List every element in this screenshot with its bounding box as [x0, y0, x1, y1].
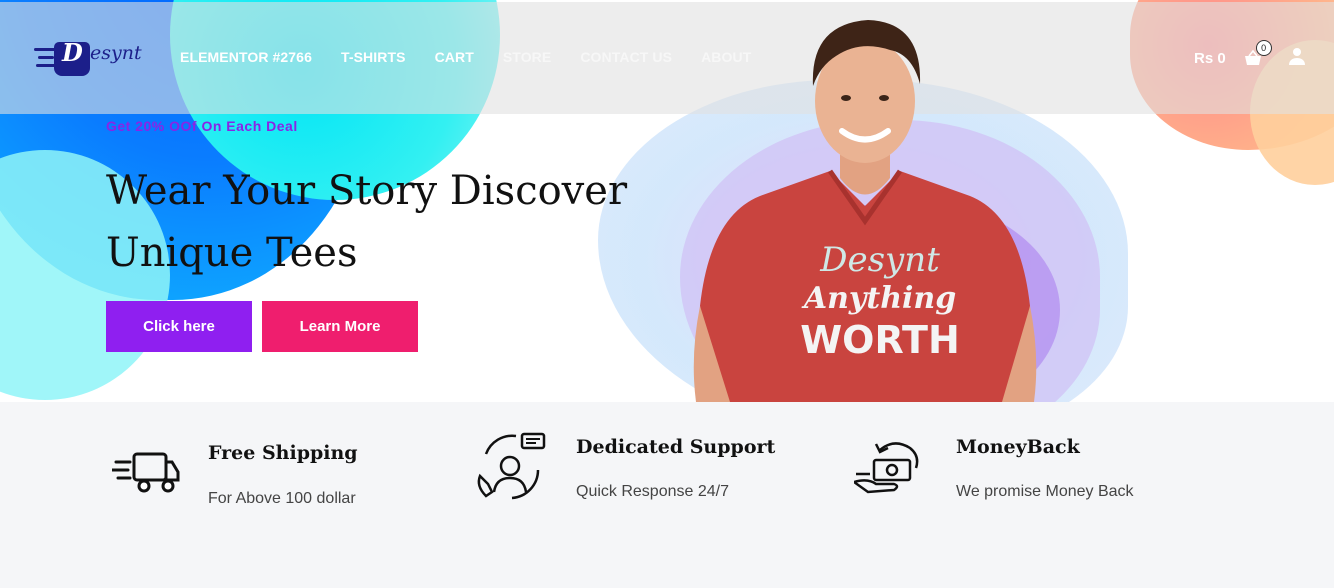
site-logo[interactable]: D esynt: [34, 36, 142, 80]
hero-section: D esynt ELEMENTOR #2766 T-SHIRTS CART ST…: [0, 0, 1334, 402]
feature-title: MoneyBack: [956, 436, 1080, 458]
nav-item-contact-us[interactable]: CONTACT US: [580, 49, 672, 65]
money-back-icon: [854, 442, 919, 494]
cart-count-badge: 0: [1255, 40, 1272, 56]
logo-initial: D: [62, 38, 83, 67]
click-here-button[interactable]: Click here: [106, 301, 252, 352]
features-section: Free Shipping For Above 100 dollar Dedic…: [0, 402, 1334, 588]
speed-line: [34, 48, 56, 51]
feature-description: For Above 100 dollar: [208, 490, 356, 507]
shirt-print-line: Anything: [803, 281, 957, 316]
delivery-truck-icon: [112, 452, 180, 493]
speed-line: [36, 64, 56, 67]
nav-item-cart[interactable]: CART: [435, 49, 474, 65]
nav-item-elementor[interactable]: ELEMENTOR #2766: [180, 49, 312, 65]
hero-headline: Wear Your Story Discover Unique Tees: [106, 168, 628, 276]
user-icon[interactable]: [1288, 47, 1306, 70]
header-actions: Rs 0 0: [1194, 40, 1306, 70]
feature-title: Free Shipping: [208, 442, 358, 464]
learn-more-button[interactable]: Learn More: [262, 301, 418, 352]
support-agent-icon: [477, 432, 546, 500]
shirt-print: Desynt Anything WORTH: [800, 240, 960, 362]
feature-description: Quick Response 24/7: [576, 483, 729, 500]
shirt-print-line: Desynt: [820, 240, 940, 280]
cart-total[interactable]: Rs 0: [1194, 50, 1226, 67]
shirt-print-line: WORTH: [800, 318, 960, 362]
nav-item-t-shirts[interactable]: T-SHIRTS: [341, 49, 406, 65]
nav-item-store[interactable]: STORE: [503, 49, 551, 65]
basket-icon[interactable]: 0: [1244, 40, 1272, 67]
feature-description: We promise Money Back: [956, 483, 1134, 500]
speed-line: [38, 56, 54, 59]
logo-text: esynt: [90, 42, 142, 64]
deal-tagline: Get 20% OOf On Each Deal: [106, 118, 298, 134]
feature-title: Dedicated Support: [576, 436, 776, 458]
